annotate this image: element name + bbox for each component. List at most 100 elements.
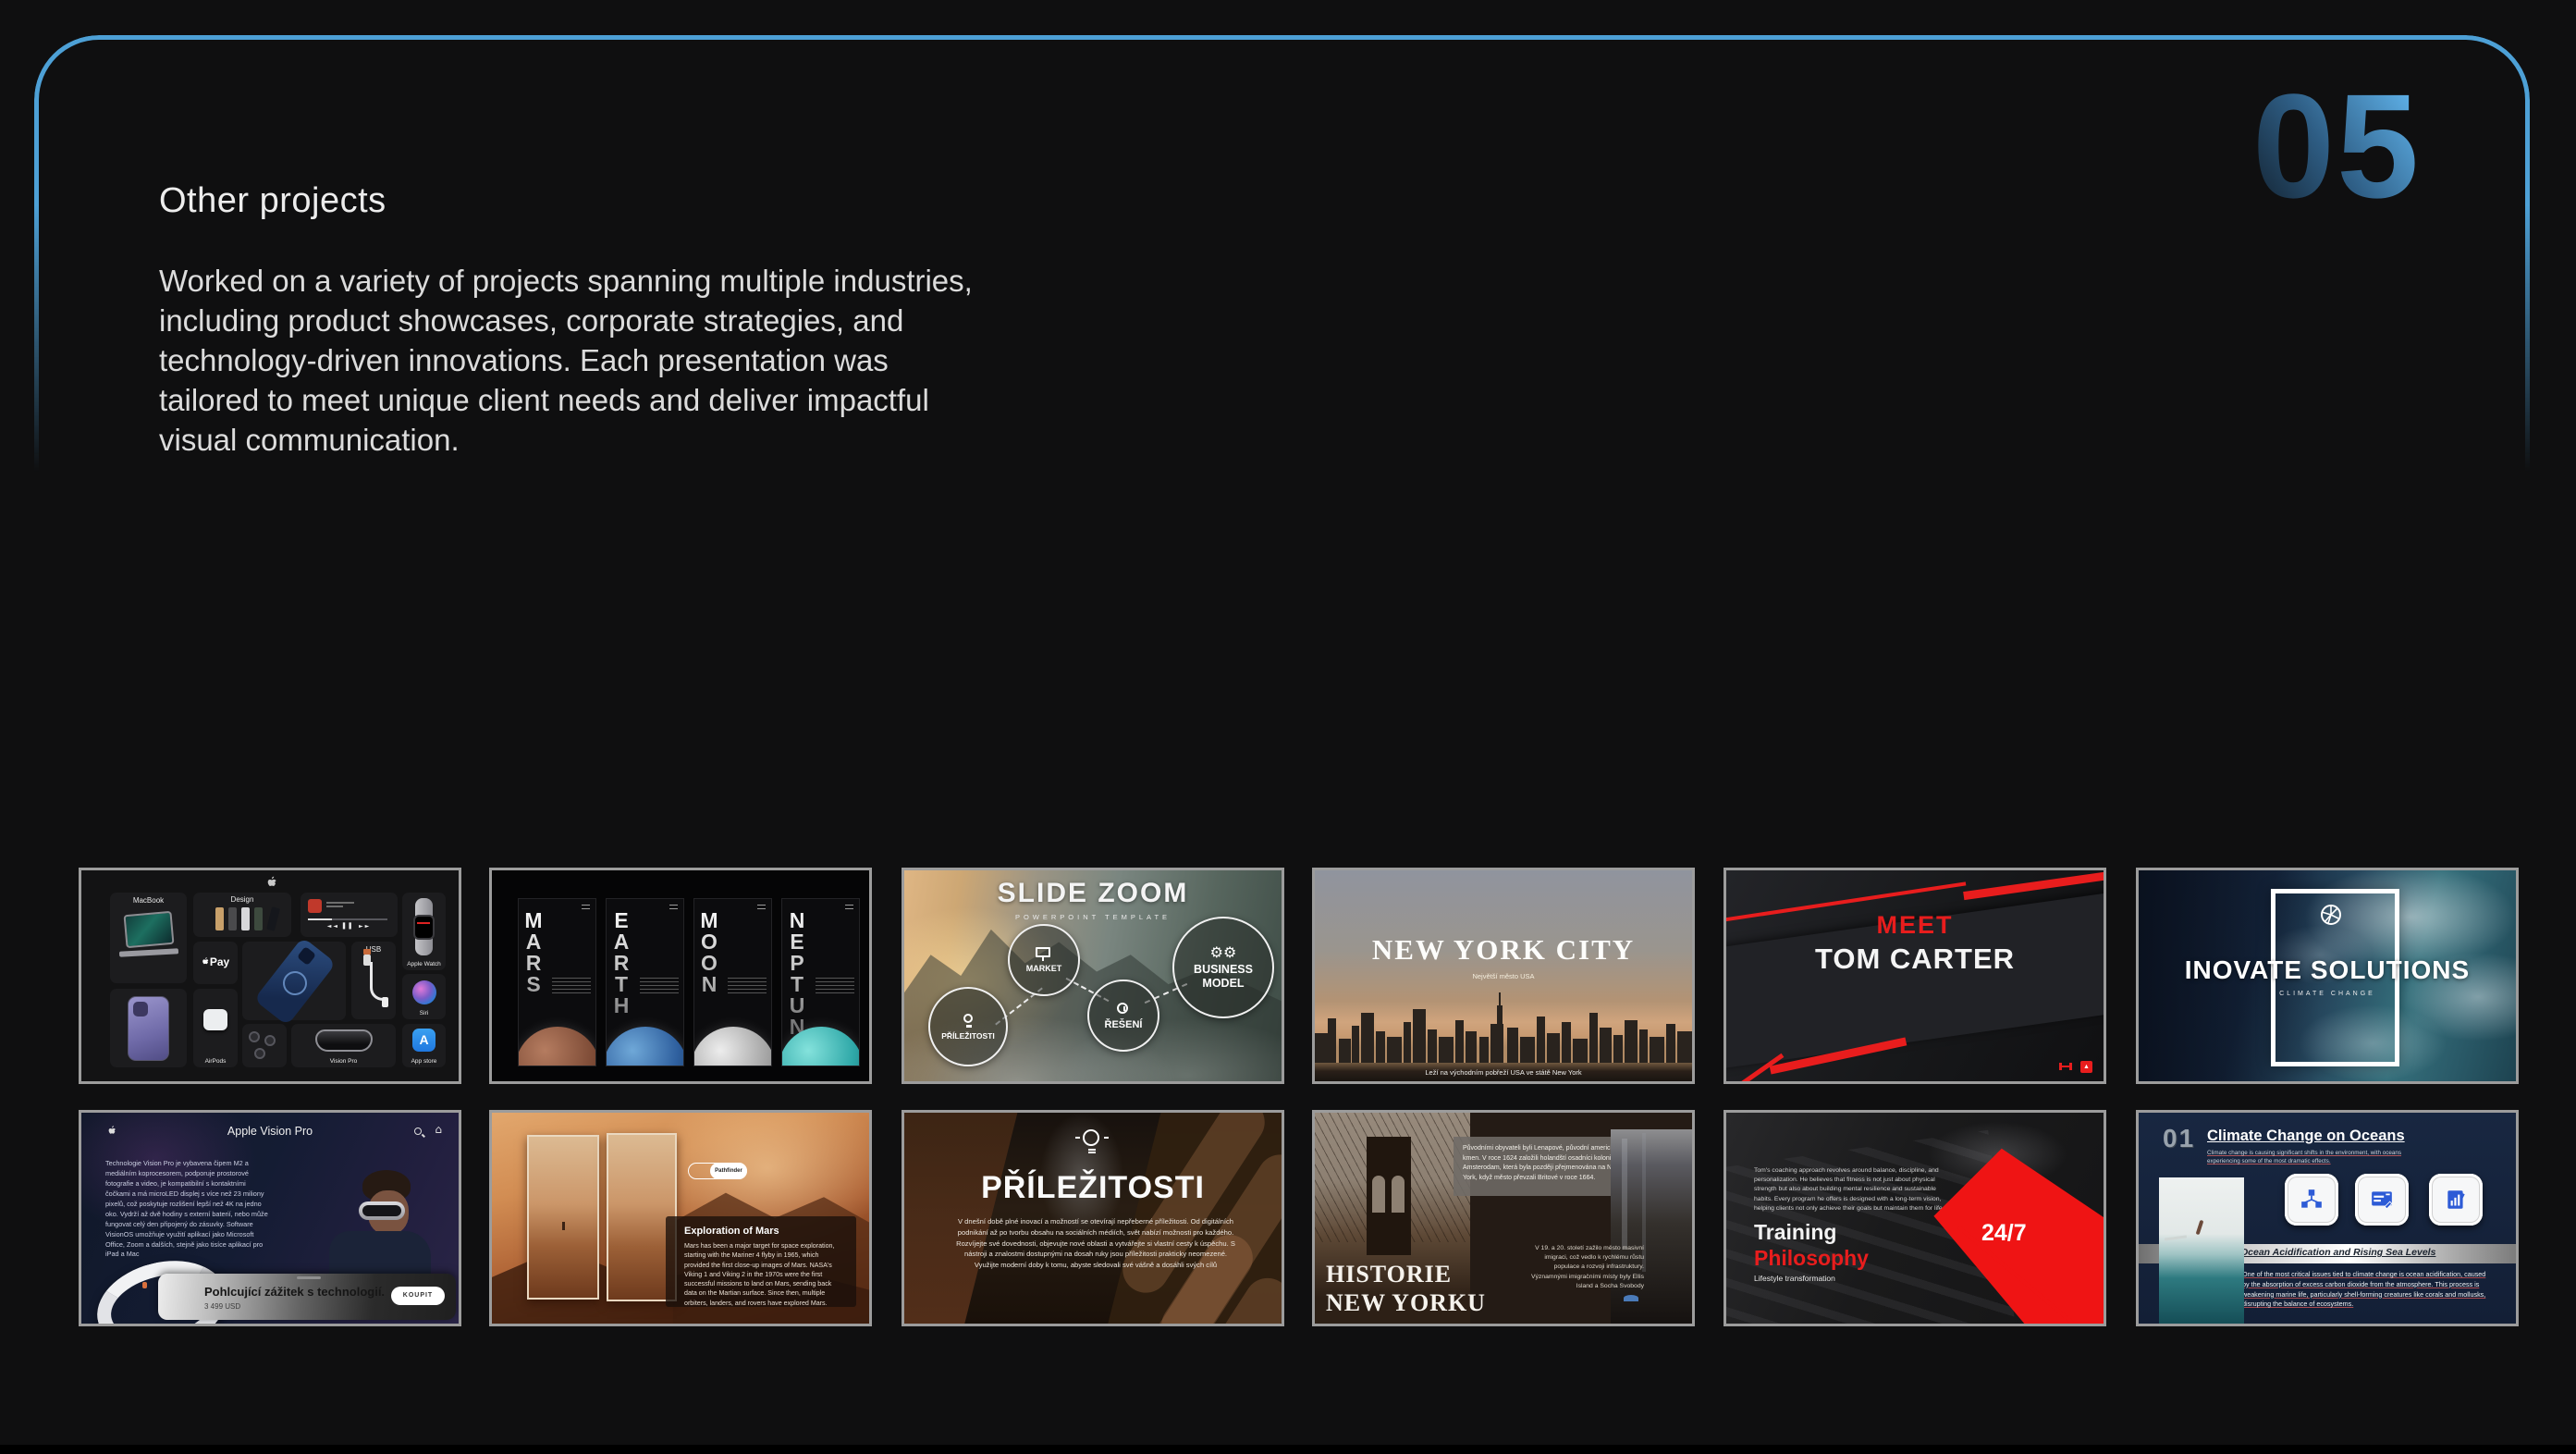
project-thumbnail-inovate-solutions[interactable]: INOVATE SOLUTIONS CLIMATE CHANGE bbox=[2136, 868, 2519, 1084]
slide-title-line2: Philosophy bbox=[1754, 1246, 1869, 1271]
card-iphone bbox=[110, 989, 187, 1067]
card-label: Vision Pro bbox=[291, 1058, 396, 1065]
usb-cable-image bbox=[370, 962, 385, 1001]
card-label: Pay bbox=[210, 955, 229, 968]
menu-icon bbox=[582, 905, 590, 909]
presentation-board-icon bbox=[1036, 947, 1052, 961]
card-apple-pay: Pay bbox=[193, 942, 238, 984]
progress-bar bbox=[308, 918, 387, 920]
placeholder-text-lines bbox=[816, 975, 854, 996]
project-thumbnail-training-philosophy[interactable]: Tom's coaching approach revolves around … bbox=[1723, 1110, 2106, 1326]
slide-title: HISTORIE NEW YORKU bbox=[1326, 1261, 1486, 1317]
placeholder-text-lines bbox=[326, 900, 358, 909]
card-vision-pro: Vision Pro bbox=[291, 1024, 396, 1067]
aperture-icon bbox=[2320, 904, 2342, 926]
cubes-icon bbox=[2300, 1188, 2324, 1212]
card-music-player: ◄◄ ▌▌ ►► bbox=[301, 893, 398, 937]
slide-title: PŘÍLEŽITOSTI bbox=[904, 1170, 1282, 1206]
toggle-label: Pathfinder bbox=[710, 1163, 747, 1179]
bottom-strip bbox=[0, 1445, 2576, 1454]
panel-paragraph: Mars has been a major target for space e… bbox=[684, 1241, 843, 1308]
card-iphone-case bbox=[242, 942, 346, 1020]
slide-title: SLIDE ZOOM bbox=[904, 878, 1282, 909]
planet-panel-mars: MARS bbox=[518, 898, 596, 1066]
apple-logo-icon bbox=[266, 875, 278, 890]
project-thumbnail-meet-tom-carter[interactable]: MEET TOM CARTER ▲ bbox=[1723, 868, 2106, 1084]
macbook-image bbox=[124, 911, 175, 948]
card-design: Design bbox=[193, 893, 291, 937]
page-description: Worked on a variety of projects spanning… bbox=[159, 261, 973, 460]
card-siri: Siri bbox=[402, 974, 446, 1019]
page-title: Other projects bbox=[159, 181, 386, 221]
bridge-tower bbox=[1367, 1137, 1411, 1255]
project-thumbnail-prilezitosti[interactable]: PŘÍLEŽITOSTI V dnešní době plné inovací … bbox=[902, 1110, 1284, 1326]
project-thumbnail-slide-zoom[interactable]: SLIDE ZOOM POWERPOINT TEMPLATE PŘÍLEŽITO… bbox=[902, 868, 1284, 1084]
slide-subtitle: Climate change is causing significant sh… bbox=[2207, 1150, 2425, 1166]
product-tagline: Pohlcující zážitek s technologií. bbox=[204, 1285, 385, 1299]
project-thumbnail-climate-change[interactable]: 01 Climate Change on Oceans Climate chan… bbox=[2136, 1110, 2519, 1326]
bottom-sheet: Pohlcující zážitek s technologií. 3 499 … bbox=[158, 1274, 456, 1320]
placeholder-text-lines bbox=[640, 975, 679, 996]
airpods-image bbox=[203, 1009, 227, 1030]
text-panel: Exploration of Mars Mars has been a majo… bbox=[666, 1216, 856, 1307]
zoom-node-business-model: ⚙⚙ BUSINESS MODEL bbox=[1172, 917, 1274, 1018]
project-thumbnail-vision-pro-page[interactable]: Apple Vision Pro ⌂ Technologie Vision Pr… bbox=[79, 1110, 461, 1326]
planet-panel-earth: EARTH bbox=[606, 898, 684, 1066]
card-label: Siri bbox=[402, 1010, 446, 1017]
placeholder-text-lines bbox=[728, 975, 767, 996]
slide-title: TOM CARTER bbox=[1726, 943, 2104, 976]
slide-paragraph: V dnešní době plné inovací a možností se… bbox=[952, 1216, 1239, 1271]
siri-orb-image bbox=[412, 980, 436, 1004]
card-label: App store bbox=[402, 1058, 446, 1065]
buy-button: KOUPIT bbox=[391, 1287, 445, 1305]
project-thumbnail-mars-exploration[interactable]: Pathfinder Exploration of Mars Mars has … bbox=[489, 1110, 872, 1326]
card-label: MacBook bbox=[110, 896, 187, 905]
search-icon bbox=[414, 1127, 422, 1135]
home-icon: ⌂ bbox=[435, 1123, 442, 1136]
apple-logo-icon bbox=[202, 956, 210, 967]
album-art bbox=[308, 899, 322, 913]
card-usb: USB bbox=[351, 942, 396, 1019]
planet-panel-neptune: NEPTUNE bbox=[781, 898, 860, 1066]
node-label: BUSINESS MODEL bbox=[1191, 963, 1256, 991]
card-label: USB bbox=[351, 945, 396, 954]
node-label: ŘEŠENÍ bbox=[1105, 1019, 1143, 1030]
runner-icon: ▲ bbox=[2080, 1061, 2092, 1073]
coaching-paragraph: Tom's coaching approach revolves around … bbox=[1754, 1166, 1948, 1214]
zoom-node-reseni: ŘEŠENÍ bbox=[1087, 980, 1159, 1052]
project-thumbnail-planets[interactable]: MARS EARTH MOON NEPTUNE bbox=[489, 868, 872, 1084]
card-label: AirPods bbox=[193, 1058, 238, 1065]
gears-icon: ⚙⚙ bbox=[1210, 945, 1237, 960]
band-title: Ocean Acidification and Rising Sea Level… bbox=[2240, 1247, 2435, 1258]
icon-card-report bbox=[2429, 1174, 2483, 1226]
card-airpods: AirPods bbox=[193, 989, 238, 1067]
menu-icon bbox=[845, 905, 853, 909]
photo-frame bbox=[527, 1135, 599, 1300]
slide-title-line1: Training bbox=[1754, 1220, 1836, 1245]
page-number: 05 bbox=[2252, 72, 2421, 220]
panel-heading: Exploration of Mars bbox=[684, 1226, 779, 1237]
menu-icon bbox=[757, 905, 766, 909]
vision-pro-image bbox=[315, 1029, 373, 1052]
icon-card-browser bbox=[2355, 1174, 2409, 1226]
playback-controls-icon: ◄◄ ▌▌ ►► bbox=[301, 923, 398, 930]
product-price: 3 499 USD bbox=[204, 1302, 240, 1311]
project-thumbnail-apple-products[interactable]: MacBook Design Pay AirPods bbox=[79, 868, 461, 1084]
immigration-text: V 19. a 20. století zažilo město masivní… bbox=[1524, 1244, 1644, 1291]
planet-panel-moon: MOON bbox=[693, 898, 772, 1066]
lightbulb-icon bbox=[963, 1014, 975, 1029]
project-thumbnail-historie-new-yorku[interactable]: HISTORIE NEW YORKU Původními obyvateli b… bbox=[1312, 1110, 1695, 1326]
zoom-node-market: MARKET bbox=[1008, 924, 1080, 996]
menu-icon bbox=[669, 905, 678, 909]
project-thumbnail-new-york-city[interactable]: NEW YORK CITY Největší město USA Leží na… bbox=[1312, 868, 1695, 1084]
slide-caption: Leží na východním pobřeží USA ve státě N… bbox=[1315, 1068, 1692, 1077]
app-store-icon: A bbox=[412, 1029, 435, 1052]
card-apple-watch: Apple Watch bbox=[402, 893, 446, 970]
dumbbell-icon bbox=[2059, 1061, 2072, 1072]
diver-photo bbox=[2159, 1177, 2244, 1325]
pathfinder-toggle: Pathfinder bbox=[688, 1163, 747, 1179]
section-number: 01 bbox=[2163, 1124, 2195, 1153]
skyline-silhouette bbox=[1315, 992, 1692, 1065]
chart-document-icon bbox=[2444, 1188, 2468, 1212]
availability-badge: 24/7 bbox=[1981, 1220, 2027, 1247]
